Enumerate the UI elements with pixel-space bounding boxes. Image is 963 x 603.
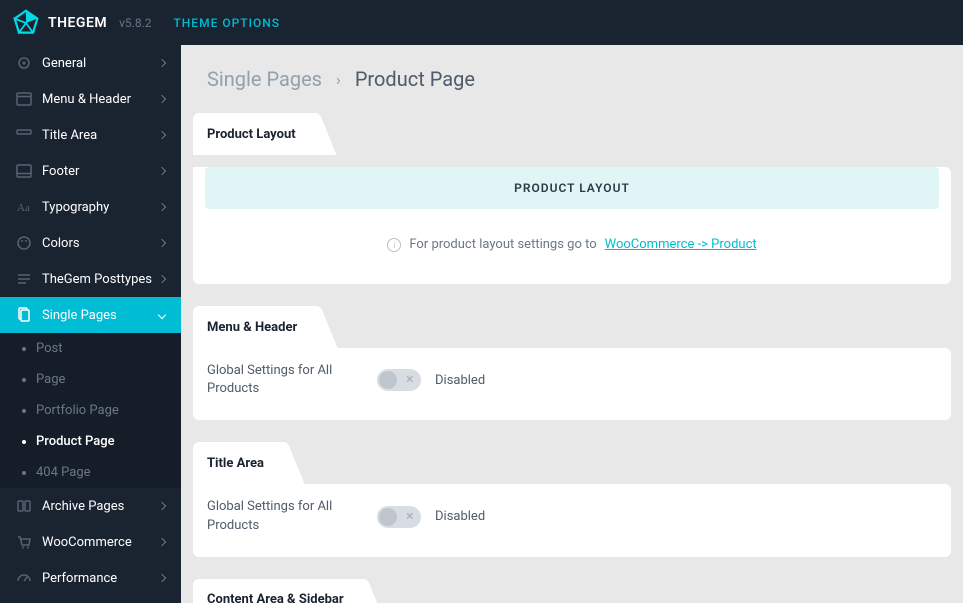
- panel-title-content-sidebar: Content Area & Sidebar: [193, 579, 362, 603]
- type-icon: Aa: [16, 199, 32, 215]
- sidebar-item-typography[interactable]: Aa Typography: [0, 189, 181, 225]
- toggle-state-label: Disabled: [435, 373, 485, 388]
- chevron-right-icon: [158, 538, 166, 546]
- sidebar-subitem-post[interactable]: Post: [0, 333, 181, 364]
- sidebar-item-single-pages[interactable]: Single Pages: [0, 297, 181, 333]
- panel-title-text: Product Layout: [207, 127, 296, 142]
- sidebar-subitem-label: Post: [36, 341, 63, 356]
- sidebar-submenu: Post Page Portfolio Page Product Page 40…: [0, 333, 181, 488]
- toggle-menu-header-global[interactable]: ✕: [377, 369, 421, 391]
- breadcrumb-current: Product Page: [355, 67, 475, 91]
- sidebar-item-label: WooCommerce: [42, 535, 159, 550]
- sidebar-subitem-label: Portfolio Page: [36, 403, 119, 418]
- svg-text:Aa: Aa: [17, 202, 30, 214]
- sidebar-subitem-label: Page: [36, 372, 65, 387]
- logo: THEGEM v5.8.2 THEME OPTIONS: [12, 9, 280, 37]
- sidebar-item-colors[interactable]: Colors: [0, 225, 181, 261]
- sidebar-item-archive-pages[interactable]: Archive Pages: [0, 488, 181, 524]
- sidebar-subitem-product-page[interactable]: Product Page: [0, 426, 181, 457]
- logo-icon: [12, 9, 40, 37]
- chevron-right-icon: [158, 167, 166, 175]
- info-icon: i: [387, 238, 401, 252]
- theme-options-label[interactable]: THEME OPTIONS: [173, 16, 280, 30]
- sidebar-subitem-label: Product Page: [36, 434, 115, 449]
- main-content: Single Pages › Product Page Product Layo…: [181, 45, 963, 603]
- sidebar-item-label: General: [42, 56, 159, 71]
- sidebar-item-label: Menu & Header: [42, 92, 159, 107]
- chevron-right-icon: [158, 203, 166, 211]
- brand-name: THEGEM: [48, 15, 107, 31]
- toggle-knob: [379, 508, 397, 526]
- panel-title-text: Content Area & Sidebar: [207, 592, 344, 603]
- sidebar-item-label: Colors: [42, 236, 159, 251]
- panel-title-text: Menu & Header: [207, 320, 297, 335]
- sidebar-item-posttypes[interactable]: TheGem Posttypes: [0, 261, 181, 297]
- chevron-right-icon: [158, 502, 166, 510]
- panel-title-title-area: Title Area: [193, 442, 282, 484]
- close-icon: ✕: [406, 511, 414, 522]
- sidebar-item-title-area[interactable]: Title Area: [0, 117, 181, 153]
- sidebar-item-performance[interactable]: Performance: [0, 560, 181, 596]
- close-icon: ✕: [406, 375, 414, 386]
- setting-row-menu-header: Global Settings for All Products ✕ Disab…: [193, 348, 951, 398]
- sidebar-item-label: Typography: [42, 200, 159, 215]
- sidebar-item-label: TheGem Posttypes: [42, 272, 159, 287]
- chevron-right-icon: [158, 59, 166, 67]
- toggle-title-area-global[interactable]: ✕: [377, 506, 421, 528]
- breadcrumb-parent[interactable]: Single Pages: [207, 67, 322, 91]
- panel-title-product-layout: Product Layout: [193, 113, 314, 155]
- gear-icon: [16, 55, 32, 71]
- product-layout-banner[interactable]: PRODUCT LAYOUT: [205, 167, 939, 209]
- footer-icon: [16, 163, 32, 179]
- panel-title-text: Title Area: [207, 456, 264, 471]
- setting-label: Global Settings for All Products: [207, 498, 357, 534]
- chevron-right-icon: [158, 275, 166, 283]
- cart-icon: [16, 534, 32, 550]
- archive-icon: [16, 498, 32, 514]
- topbar: THEGEM v5.8.2 THEME OPTIONS: [0, 0, 963, 45]
- chevron-right-icon: [158, 239, 166, 247]
- version-label: v5.8.2: [119, 16, 151, 30]
- panel-title-menu-header: Menu & Header: [193, 306, 315, 348]
- toggle-state-label: Disabled: [435, 509, 485, 524]
- sidebar-subitem-label: 404 Page: [36, 465, 91, 480]
- chevron-right-icon: [158, 131, 166, 139]
- sidebar-item-footer[interactable]: Footer: [0, 153, 181, 189]
- sidebar-item-menu-header[interactable]: Menu & Header: [0, 81, 181, 117]
- sidebar-item-woocommerce[interactable]: WooCommerce: [0, 524, 181, 560]
- sidebar: General Menu & Header Title Area Footer: [0, 45, 181, 603]
- setting-label: Global Settings for All Products: [207, 362, 357, 398]
- sidebar-item-general[interactable]: General: [0, 45, 181, 81]
- pages-icon: [16, 307, 32, 323]
- performance-icon: [16, 570, 32, 586]
- sidebar-subitem-portfolio[interactable]: Portfolio Page: [0, 395, 181, 426]
- breadcrumb: Single Pages › Product Page: [181, 45, 963, 113]
- setting-row-title-area: Global Settings for All Products ✕ Disab…: [193, 484, 951, 534]
- sidebar-item-label: Archive Pages: [42, 499, 159, 514]
- posttype-icon: [16, 271, 32, 287]
- palette-icon: [16, 235, 32, 251]
- toggle-knob: [379, 371, 397, 389]
- sidebar-subitem-404[interactable]: 404 Page: [0, 457, 181, 488]
- sidebar-subitem-page[interactable]: Page: [0, 364, 181, 395]
- breadcrumb-separator: ›: [336, 70, 341, 89]
- chevron-right-icon: [158, 574, 166, 582]
- sidebar-item-label: Performance: [42, 571, 159, 586]
- woocommerce-product-link[interactable]: WooCommerce -> Product: [605, 237, 757, 252]
- layout-icon: [16, 91, 32, 107]
- chevron-down-icon: [158, 311, 166, 319]
- sidebar-item-label: Title Area: [42, 128, 159, 143]
- sidebar-item-label: Footer: [42, 164, 159, 179]
- info-text: For product layout settings go to: [409, 237, 596, 252]
- sidebar-item-label: Single Pages: [42, 308, 159, 323]
- chevron-right-icon: [158, 95, 166, 103]
- info-row: i For product layout settings go to WooC…: [193, 209, 951, 262]
- title-icon: [16, 127, 32, 143]
